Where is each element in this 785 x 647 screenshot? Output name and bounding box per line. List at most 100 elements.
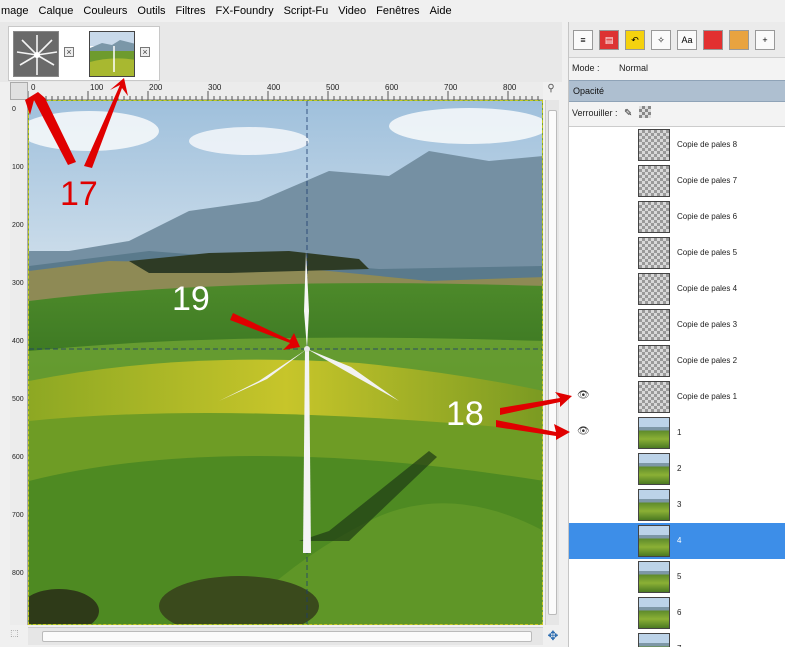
lock-row: Verrouiller : ✎ — [569, 104, 785, 124]
lock-pixels-icon[interactable]: ✎ — [624, 105, 632, 123]
ruler-label-700: 700 — [444, 83, 458, 92]
vruler-label-100: 100 — [12, 164, 24, 171]
layer-thumbnail — [638, 561, 670, 593]
ruler-label-800: 800 — [503, 83, 517, 92]
close-tab-landscape-icon[interactable]: × — [140, 47, 150, 57]
vruler-label-600: 600 — [12, 454, 24, 461]
quick-mask-icon[interactable]: ⬚ — [10, 628, 26, 644]
layer-name: Copie de pales 7 — [677, 176, 738, 185]
vertical-ruler[interactable]: 0 100 200 300 400 500 600 700 800 — [10, 100, 28, 625]
menu-video[interactable]: Video — [333, 0, 371, 22]
layers-dock: ≡ ▤ ↶ ✧ Aa + Mode : Normal Opacité Verro… — [568, 22, 785, 647]
landscape-image — [29, 101, 542, 624]
vruler-label-500: 500 — [12, 396, 24, 403]
visibility-eye-icon[interactable] — [577, 643, 591, 647]
add-tab-icon[interactable]: + — [755, 30, 775, 50]
menu-fx-foundry[interactable]: FX-Foundry — [211, 0, 279, 22]
lock-alpha-icon[interactable] — [638, 106, 651, 118]
visibility-eye-icon[interactable] — [577, 211, 591, 221]
layer-row[interactable]: 7 — [569, 631, 785, 647]
horizontal-ruler[interactable]: 0 100 200 300 400 500 600 700 800 — [28, 82, 543, 100]
navigate-icon[interactable]: ✥ — [546, 628, 560, 644]
menu-calque[interactable]: Calque — [34, 0, 79, 22]
layer-name: 1 — [677, 428, 682, 437]
visibility-eye-icon[interactable] — [577, 319, 591, 329]
layer-name: 4 — [677, 536, 682, 545]
visibility-eye-icon[interactable] — [577, 571, 591, 581]
brushes-tab-icon[interactable]: ✧ — [651, 30, 671, 50]
image-tabs-area: × × — [0, 22, 562, 82]
horizontal-scroll-thumb[interactable] — [42, 631, 532, 642]
opacity-slider[interactable]: Opacité — [569, 80, 785, 102]
visibility-eye-icon[interactable] — [577, 283, 591, 293]
mode-label: Mode : — [572, 63, 600, 73]
layer-row[interactable]: Copie de pales 5 — [569, 235, 785, 271]
ruler-label-600: 600 — [385, 83, 399, 92]
layer-row[interactable]: Copie de pales 8 — [569, 127, 785, 163]
layer-row[interactable]: Copie de pales 7 — [569, 163, 785, 199]
visibility-eye-icon[interactable] — [577, 247, 591, 257]
layer-name: Copie de pales 5 — [677, 248, 738, 257]
lock-label: Verrouiller : — [572, 108, 618, 118]
vruler-label-300: 300 — [12, 280, 24, 287]
visibility-eye-icon[interactable] — [577, 139, 591, 149]
vruler-label-400: 400 — [12, 338, 24, 345]
layer-name: 6 — [677, 608, 682, 617]
ruler-corner-button[interactable] — [10, 82, 28, 100]
blades-thumbnail — [14, 32, 58, 76]
menu-image[interactable]: mage — [0, 0, 34, 22]
fonts-tab-icon[interactable]: Aa — [677, 30, 697, 50]
layer-name: Copie de pales 1 — [677, 392, 738, 401]
menu-filtres[interactable]: Filtres — [171, 0, 211, 22]
image-tab-blades[interactable] — [13, 31, 59, 77]
layer-row[interactable]: 4 — [569, 523, 785, 559]
visibility-eye-icon[interactable] — [577, 175, 591, 185]
visibility-eye-icon[interactable] — [577, 607, 591, 617]
colors-tab-icon[interactable] — [703, 30, 723, 50]
visibility-eye-icon[interactable]: 👁 — [577, 391, 591, 401]
close-tab-blades-icon[interactable]: × — [64, 47, 74, 57]
layer-row[interactable]: Copie de pales 4 — [569, 271, 785, 307]
menu-aide[interactable]: Aide — [425, 0, 457, 22]
layer-row[interactable]: Copie de pales 3 — [569, 307, 785, 343]
layers-tab-icon[interactable]: ≡ — [573, 30, 593, 50]
layer-row[interactable]: 5 — [569, 559, 785, 595]
annotation-17: 17 — [60, 175, 98, 213]
layer-thumbnail — [638, 345, 670, 377]
layer-name: 7 — [677, 631, 681, 647]
horizontal-scrollbar[interactable] — [28, 627, 543, 645]
mode-select[interactable]: Normal — [619, 63, 648, 73]
vruler-label-700: 700 — [12, 512, 24, 519]
visibility-eye-icon[interactable] — [577, 463, 591, 473]
image-canvas[interactable] — [28, 100, 543, 625]
channels-tab-icon[interactable]: ▤ — [599, 30, 619, 50]
layer-thumbnail — [638, 129, 670, 161]
paths-tab-icon[interactable]: ↶ — [625, 30, 645, 50]
menu-fenetres[interactable]: Fenêtres — [371, 0, 424, 22]
palette-tab-icon[interactable] — [729, 30, 749, 50]
layer-thumbnail — [638, 453, 670, 485]
vruler-label-800: 800 — [12, 570, 24, 577]
menu-couleurs[interactable]: Couleurs — [78, 0, 132, 22]
zoom-icon[interactable]: ⚲ — [544, 83, 558, 99]
layer-name: Copie de pales 8 — [677, 140, 738, 149]
ruler-label-400: 400 — [267, 83, 281, 92]
visibility-eye-icon[interactable]: 👁 — [577, 427, 591, 437]
layer-row[interactable]: 👁 Copie de pales 1 — [569, 379, 785, 415]
layer-row[interactable]: 2 — [569, 451, 785, 487]
menu-script-fu[interactable]: Script-Fu — [279, 0, 334, 22]
gimp-window: mage Calque Couleurs Outils Filtres FX-F… — [0, 0, 785, 647]
image-tab-landscape[interactable] — [89, 31, 135, 77]
opacity-label: Opacité — [573, 86, 605, 96]
vertical-scrollbar[interactable] — [545, 100, 559, 625]
vertical-scroll-thumb[interactable] — [548, 110, 557, 615]
layer-row[interactable]: 6 — [569, 595, 785, 631]
visibility-eye-icon[interactable] — [577, 355, 591, 365]
visibility-eye-icon[interactable] — [577, 499, 591, 509]
menu-outils[interactable]: Outils — [132, 0, 170, 22]
layer-row[interactable]: 👁 1 — [569, 415, 785, 451]
layer-row[interactable]: 3 — [569, 487, 785, 523]
visibility-eye-icon[interactable] — [577, 535, 591, 545]
layer-row[interactable]: Copie de pales 6 — [569, 199, 785, 235]
layer-row[interactable]: Copie de pales 2 — [569, 343, 785, 379]
